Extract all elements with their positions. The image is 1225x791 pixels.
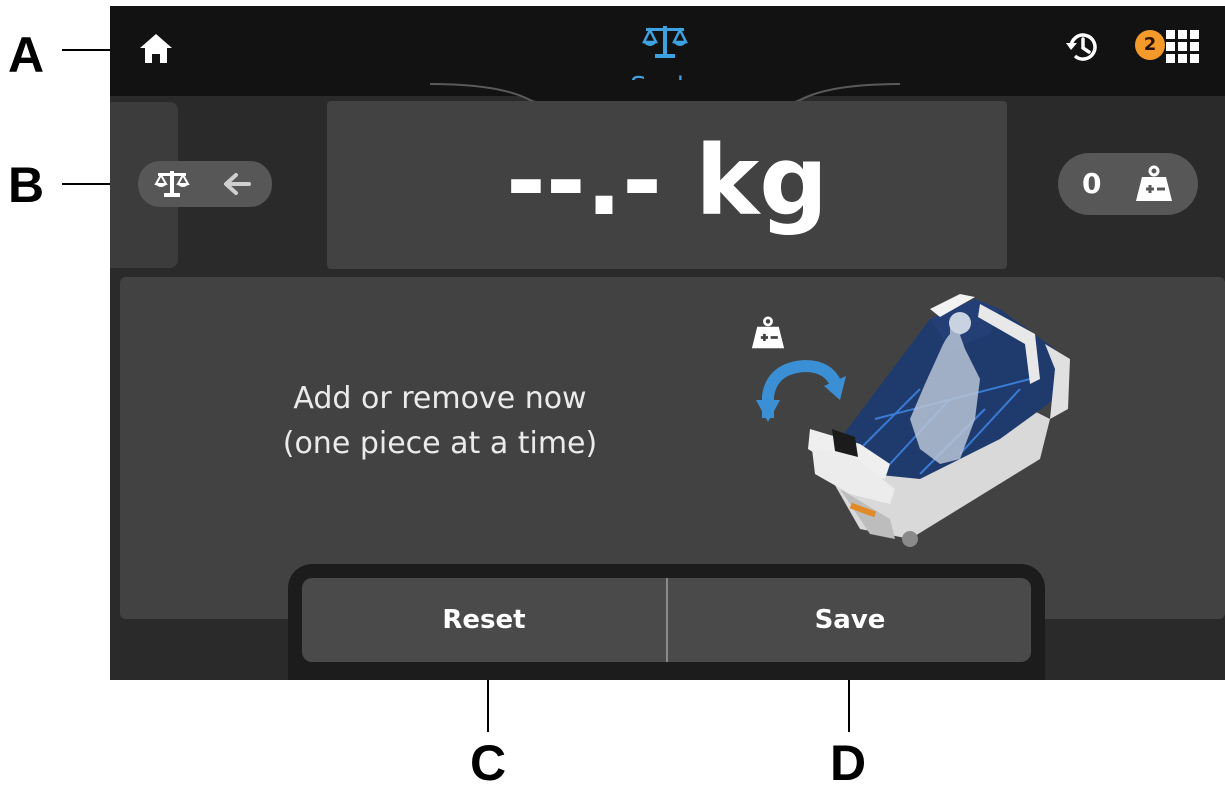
button-bar: Reset Save [302,578,1031,662]
callout-c: C [470,735,507,791]
callout-d: D [830,735,867,791]
add-remove-weight-icon [750,316,786,350]
callout-a: A [8,27,45,83]
home-icon[interactable] [138,32,174,66]
scale-icon [154,168,190,200]
instruction-line-2: (one piece at a time) [282,426,598,461]
apps-grid-icon[interactable] [1166,30,1200,64]
leader-line-c [487,680,489,732]
reset-button[interactable]: Reset [302,578,666,662]
instruction-text: Add or remove now (one piece at a time) [190,376,690,466]
equipment-count: 0 [1082,167,1102,200]
callout-b: B [8,157,45,213]
history-icon[interactable] [1064,28,1102,66]
scale-icon [640,22,690,62]
add-remove-weight-icon [1134,165,1174,203]
hospital-bed-with-patient [800,289,1090,551]
arrow-left-icon [222,172,252,196]
weight-readout: --.- kg [506,125,828,237]
scale-mode-toggle[interactable] [138,161,272,207]
device-screen: Scale 2 [110,6,1225,680]
notification-badge: 2 [1135,30,1165,60]
save-button[interactable]: Save [668,578,1031,662]
instruction-line-1: Add or remove now [293,381,587,416]
equipment-counter[interactable]: 0 [1058,153,1198,215]
leader-line-d [848,680,850,732]
